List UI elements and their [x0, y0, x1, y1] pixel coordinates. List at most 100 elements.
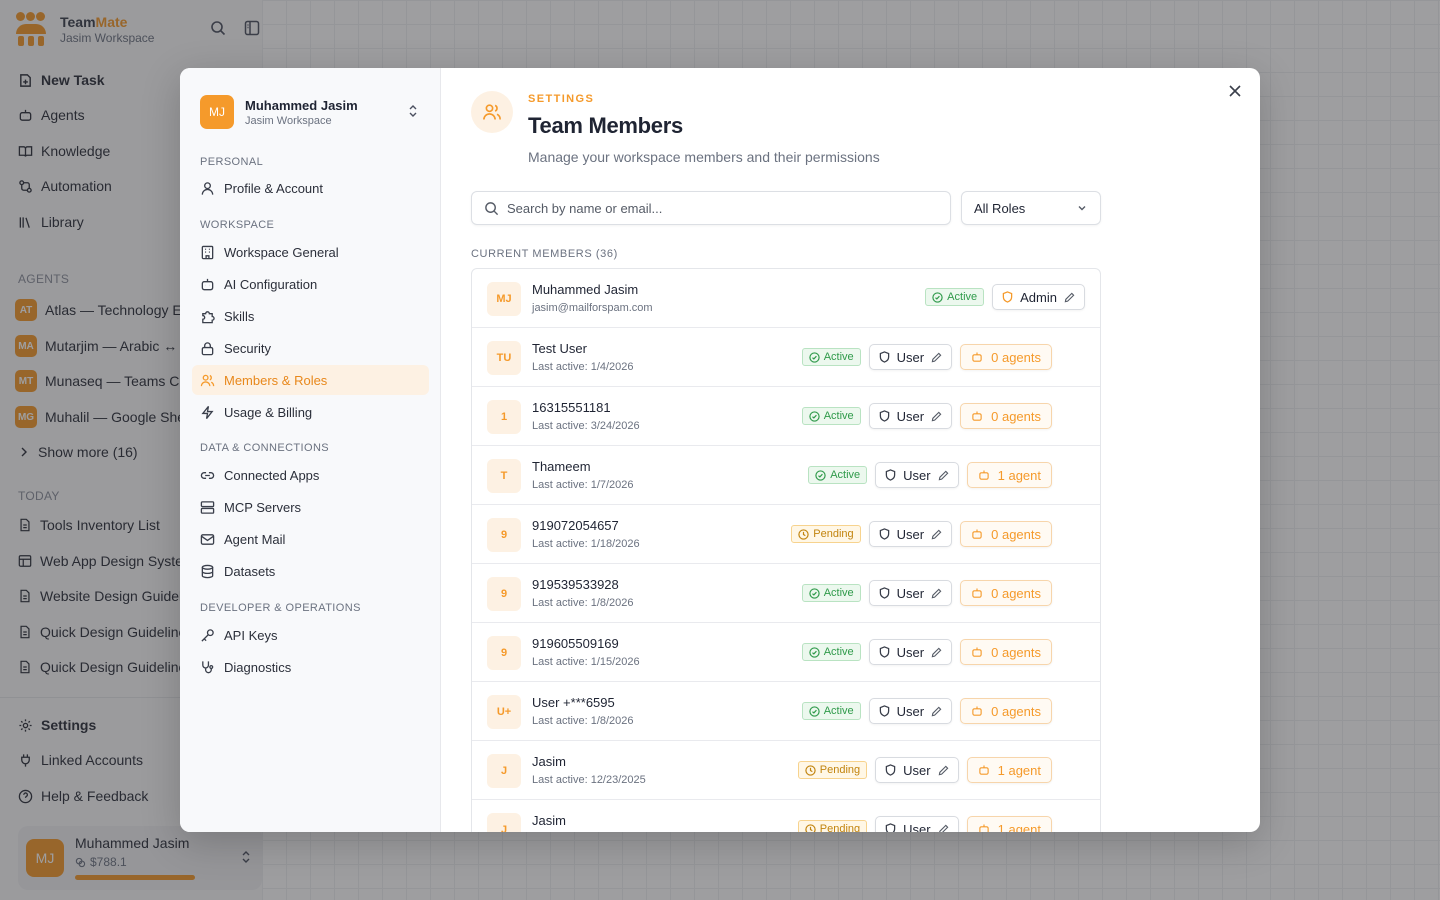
member-avatar: MJ [487, 282, 521, 316]
agents-count-button[interactable]: 1 agent [966, 462, 1052, 488]
member-row[interactable]: T Thameem Last active: 1/7/2026 Active U… [472, 446, 1100, 505]
member-name: User +***6595 [532, 695, 615, 710]
shield-icon [879, 705, 889, 717]
member-name: 919605509169 [532, 636, 619, 651]
settings-nav-diagnostics[interactable]: Diagnostics [192, 652, 429, 682]
close-button[interactable] [1226, 82, 1244, 100]
status-badge: Active [808, 466, 868, 484]
agents-count-button[interactable]: 1 agent [966, 816, 1052, 832]
lightning-icon [201, 405, 214, 419]
check-circle-icon [809, 351, 820, 363]
member-row[interactable]: MJ Muhammed Jasim jasim@mailforspam.com … [472, 269, 1100, 328]
role-button[interactable]: User [868, 698, 953, 724]
settings-modal: MJ Muhammed Jasim Jasim Workspace PERSON… [180, 68, 1260, 832]
member-row[interactable]: 9 919072054657 Last active: 1/18/2026 Pe… [472, 505, 1100, 564]
member-search[interactable] [471, 191, 951, 225]
member-row[interactable]: 9 919605509169 Last active: 1/15/2026 Ac… [472, 623, 1100, 682]
workspace-switcher-icon[interactable] [407, 104, 419, 118]
robot-icon [978, 824, 989, 832]
member-last-active: Last active: 1/8/2026 [532, 715, 634, 727]
settings-nav-members-roles[interactable]: Members & Roles [192, 365, 429, 395]
pencil-icon [938, 470, 949, 480]
status-badge: Active [801, 702, 861, 720]
role-button[interactable]: Admin [992, 284, 1085, 310]
role-filter-select[interactable]: All Roles [961, 191, 1101, 225]
settings-nav-security[interactable]: Security [192, 333, 429, 363]
agents-count-button[interactable]: 0 agents [960, 580, 1052, 606]
users-icon [200, 374, 215, 386]
role-button[interactable]: User [868, 344, 953, 370]
member-row[interactable]: J Jasim Pending User 1 agent [472, 800, 1100, 832]
member-row[interactable]: 1 16315551181 Last active: 3/24/2026 Act… [472, 387, 1100, 446]
search-input[interactable] [507, 200, 927, 216]
page-title: Team Members [528, 113, 683, 138]
member-row[interactable]: J Jasim Last active: 12/23/2025 Pending … [472, 741, 1100, 800]
robot-icon [972, 706, 982, 716]
section-personal: PERSONAL [200, 156, 264, 168]
status-badge: Pending [797, 761, 868, 779]
member-last-active: Last active: 1/8/2026 [532, 597, 634, 609]
settings-nav-mcp-servers[interactable]: MCP Servers [192, 492, 429, 522]
role-button[interactable]: User [875, 816, 959, 832]
pencil-icon [938, 765, 949, 775]
robot-icon [978, 765, 989, 775]
chevron-down-icon [1078, 206, 1086, 211]
pencil-icon [938, 824, 949, 832]
agents-count-button[interactable]: 0 agents [960, 344, 1052, 370]
member-name: Thameem [532, 459, 591, 474]
agents-count-button[interactable]: 0 agents [960, 521, 1052, 547]
role-button[interactable]: User [875, 462, 959, 488]
shield-icon [879, 410, 889, 422]
member-last-active: Last active: 1/7/2026 [532, 479, 634, 491]
settings-nav-agent-mail[interactable]: Agent Mail [192, 524, 429, 554]
role-button[interactable]: User [868, 639, 953, 665]
settings-nav-profile[interactable]: Profile & Account [192, 173, 429, 203]
member-row[interactable]: U+ User +***6595 Last active: 1/8/2026 A… [472, 682, 1100, 741]
search-icon [485, 201, 499, 215]
check-circle-icon [932, 291, 943, 303]
member-row[interactable]: TU Test User Last active: 1/4/2026 Activ… [472, 328, 1100, 387]
settings-user: MJ Muhammed Jasim Jasim Workspace [200, 95, 358, 129]
member-avatar: J [487, 813, 521, 832]
close-icon [1229, 85, 1241, 97]
building-icon [201, 245, 214, 259]
pencil-icon [931, 588, 942, 598]
member-name: Jasim [532, 754, 566, 769]
agents-count-button[interactable]: 1 agent [966, 757, 1052, 783]
settings-nav-connected-apps[interactable]: Connected Apps [192, 460, 429, 490]
team-header-icon [471, 91, 513, 133]
member-row[interactable]: 9 919539533928 Last active: 1/8/2026 Act… [472, 564, 1100, 623]
agents-count-button[interactable]: 0 agents [960, 698, 1052, 724]
settings-nav-api-keys[interactable]: API Keys [192, 620, 429, 650]
shield-icon [879, 646, 889, 658]
role-button[interactable]: User [868, 580, 953, 606]
key-icon [201, 628, 214, 642]
role-button[interactable]: User [868, 521, 953, 547]
status-badge: Pending [797, 820, 868, 832]
robot-icon [972, 352, 982, 362]
page-kicker: SETTINGS [528, 93, 595, 105]
settings-nav-usage-billing[interactable]: Usage & Billing [192, 397, 429, 427]
agents-count-button[interactable]: 0 agents [960, 403, 1052, 429]
settings-nav-skills[interactable]: Skills [192, 301, 429, 331]
role-button[interactable]: User [868, 403, 953, 429]
shield-icon [1002, 291, 1013, 303]
member-avatar: T [487, 459, 521, 493]
member-last-active: Last active: 1/18/2026 [532, 538, 640, 550]
pencil-icon [931, 411, 942, 421]
settings-nav-datasets[interactable]: Datasets [192, 556, 429, 586]
member-avatar: 1 [487, 400, 521, 434]
member-last-active: Last active: 3/24/2026 [532, 420, 640, 432]
settings-nav-workspace-general[interactable]: Workspace General [192, 237, 429, 267]
status-badge: Active [801, 584, 861, 602]
role-button[interactable]: User [875, 757, 959, 783]
team-members-panel: SETTINGS Team Members Manage your worksp… [441, 68, 1260, 832]
robot-icon [972, 529, 982, 539]
robot-icon [978, 470, 989, 480]
settings-sidebar: MJ Muhammed Jasim Jasim Workspace PERSON… [180, 68, 441, 832]
agents-count-button[interactable]: 0 agents [960, 639, 1052, 665]
member-name: Jasim [532, 813, 566, 828]
check-circle-icon [809, 410, 820, 422]
shield-icon [885, 469, 896, 481]
settings-nav-ai-configuration[interactable]: AI Configuration [192, 269, 429, 299]
